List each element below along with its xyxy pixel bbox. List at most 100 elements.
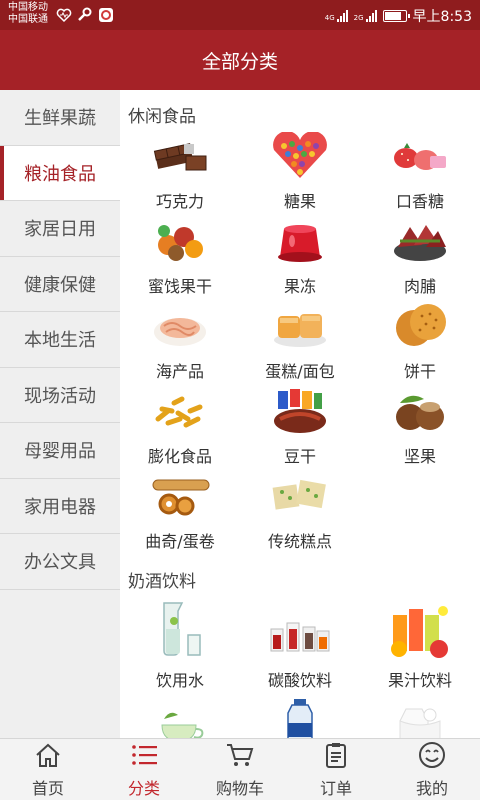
- subcategory-label: 蛋糕/面包: [265, 362, 335, 381]
- subcategory-label: 巧克力: [155, 192, 204, 211]
- sidebar-item-label: 健康保健: [24, 274, 96, 296]
- subcategory-item[interactable]: 碳酸饮料: [240, 595, 360, 695]
- cake-icon: [267, 302, 333, 350]
- subcategory-item[interactable]: 豆干: [240, 385, 360, 470]
- sidebar-item-label: 家用电器: [24, 496, 96, 518]
- nut-icon: [387, 387, 453, 435]
- subcategory-label: 肉脯: [403, 277, 436, 296]
- jelly-icon: [267, 217, 333, 265]
- bottom-tab-bar: 首页 分类 购物车 订单 我的: [0, 738, 480, 800]
- sidebar-item[interactable]: 生鲜果蔬: [0, 90, 120, 146]
- milk-icon: [387, 699, 453, 738]
- juice-icon: [387, 599, 453, 659]
- tab-smile[interactable]: 我的: [384, 739, 480, 800]
- subcategory-grid: 巧克力 糖果 口香糖蜜饯果干 果冻 肉脯海产品 蛋糕/面包 饼干膨化食品 豆干 坚果曲奇/蛋卷 传…: [120, 130, 480, 555]
- biscuit-icon: [387, 302, 453, 350]
- chocolate-icon: [147, 132, 213, 180]
- list-icon: [129, 741, 159, 773]
- subcategory-item[interactable]: [120, 695, 240, 738]
- subcategory-label: 饼干: [403, 362, 436, 381]
- sidebar-item[interactable]: 本地生活: [0, 312, 120, 368]
- subcategory-item[interactable]: 传统糕点: [240, 470, 360, 555]
- signal-1: 4G: [325, 10, 348, 22]
- dried-fruit-icon: [147, 217, 213, 265]
- subcategory-label: 糖果: [283, 192, 316, 211]
- subcategory-item[interactable]: 糖果: [240, 130, 360, 215]
- subcategory-item[interactable]: 巧克力: [120, 130, 240, 215]
- subcategory-label: 曲奇/蛋卷: [145, 532, 215, 551]
- title-bar: 全部分类: [0, 30, 480, 90]
- subcategory-item[interactable]: 蛋糕/面包: [240, 300, 360, 385]
- tofu-snack-icon: [267, 387, 333, 435]
- subcategory-item[interactable]: 曲奇/蛋卷: [120, 470, 240, 555]
- subcategory-item[interactable]: 坚果: [360, 385, 480, 470]
- wrench-icon: [77, 7, 93, 23]
- subcategory-label: 果冻: [283, 277, 316, 296]
- health-icon: [56, 7, 72, 23]
- subcategory-item[interactable]: 海产品: [120, 300, 240, 385]
- subcategory-item[interactable]: 膨化食品: [120, 385, 240, 470]
- sidebar-item-label: 本地生活: [24, 330, 96, 352]
- subcategory-label: 果汁饮料: [387, 671, 452, 690]
- subcategory-label: 饮用水: [155, 671, 204, 690]
- subcategory-item[interactable]: 果冻: [240, 215, 360, 300]
- tab-label: 我的: [415, 778, 448, 798]
- tab-label: 分类: [127, 778, 160, 798]
- battery-icon: [382, 10, 410, 22]
- subcategory-item[interactable]: 饮用水: [120, 595, 240, 695]
- sidebar-item-label: 办公文具: [24, 552, 96, 574]
- subcategory-label: 海产品: [155, 362, 204, 381]
- tea-icon: [147, 699, 213, 738]
- subcategory-item[interactable]: 肉脯: [360, 215, 480, 300]
- sidebar-item[interactable]: 家居日用: [0, 201, 120, 257]
- jerky-icon: [387, 217, 453, 265]
- candy-heart-icon: [267, 132, 333, 180]
- subcategory-label: 蜜饯果干: [147, 277, 212, 296]
- cookie-roll-icon: [147, 472, 213, 520]
- clock: 早上8:53: [412, 9, 472, 25]
- gum-icon: [387, 132, 453, 180]
- sidebar-item[interactable]: 健康保健: [0, 257, 120, 312]
- tab-order[interactable]: 订单: [288, 739, 384, 800]
- sidebar-item[interactable]: 母婴用品: [0, 423, 120, 479]
- subcategory-panel: 休闲食品 巧克力 糖果 口香糖 蜜饯果干 果冻 肉脯 海产品 蛋糕/面包 饼干 膨化食品 豆干 坚果 曲奇…: [120, 90, 480, 738]
- home-icon: [33, 741, 63, 773]
- sidebar-item[interactable]: 现场活动: [0, 368, 120, 423]
- subcategory-label: 豆干: [283, 447, 316, 466]
- soda-icon: [267, 599, 333, 659]
- tab-label: 购物车: [215, 778, 264, 798]
- drink-bottle-icon: [267, 699, 333, 738]
- sidebar-item-label: 母婴用品: [24, 441, 96, 463]
- sidebar-item-label: 生鲜果蔬: [24, 108, 96, 130]
- pastry-icon: [267, 472, 333, 520]
- subcategory-item[interactable]: [360, 695, 480, 738]
- subcategory-grid: 饮用水 碳酸饮料 果汁饮料: [120, 595, 480, 738]
- status-bar: 中国移动 中国联通 4G 2G 早上8:53: [0, 0, 480, 30]
- tab-label: 首页: [31, 778, 64, 798]
- sidebar-item[interactable]: 办公文具: [0, 534, 120, 590]
- sidebar-item[interactable]: 粮油食品: [0, 145, 120, 201]
- order-icon: [321, 741, 351, 773]
- subcategory-label: 坚果: [403, 447, 436, 466]
- tab-list[interactable]: 分类: [96, 739, 192, 800]
- carrier-2: 中国联通: [8, 14, 48, 25]
- seafood-icon: [147, 302, 213, 350]
- app-notification-icon: [98, 7, 114, 23]
- subcategory-label: 膨化食品: [147, 447, 212, 466]
- subcategory-item[interactable]: 果汁饮料: [360, 595, 480, 695]
- signal-2: 2G: [354, 10, 377, 22]
- subcategory-item[interactable]: 口香糖: [360, 130, 480, 215]
- subcategory-label: 传统糕点: [267, 532, 332, 551]
- subcategory-item[interactable]: 蜜饯果干: [120, 215, 240, 300]
- tab-label: 订单: [319, 778, 352, 798]
- cart-icon: [225, 741, 255, 773]
- tab-cart[interactable]: 购物车: [192, 739, 288, 800]
- sidebar-item-label: 现场活动: [24, 385, 96, 407]
- section-title: 奶酒饮料: [128, 572, 196, 592]
- subcategory-item[interactable]: [240, 695, 360, 738]
- subcategory-item[interactable]: 饼干: [360, 300, 480, 385]
- tab-home[interactable]: 首页: [0, 739, 96, 800]
- sidebar-item-label: 家居日用: [24, 219, 96, 241]
- sidebar-item[interactable]: 家用电器: [0, 479, 120, 534]
- category-sidebar: 生鲜果蔬粮油食品家居日用健康保健本地生活现场活动母婴用品家用电器办公文具: [0, 90, 120, 738]
